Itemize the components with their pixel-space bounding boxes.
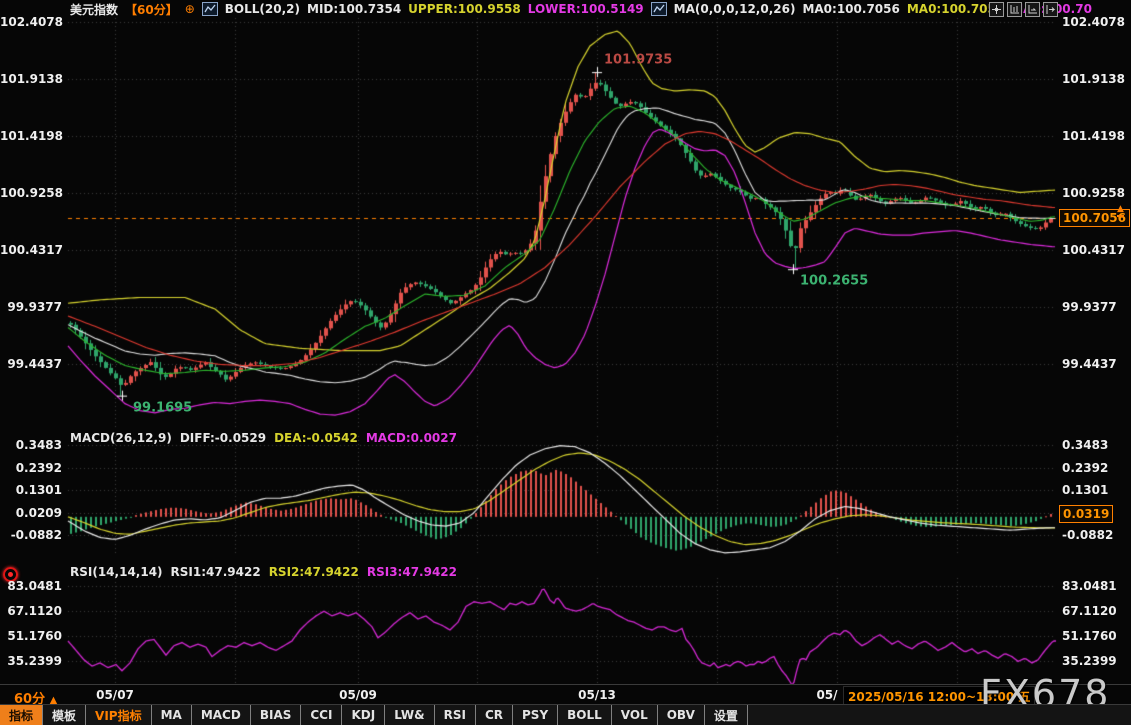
rsi-name: RSI(14,14,14) bbox=[70, 565, 163, 579]
indicator-tab[interactable]: 设置 bbox=[705, 705, 748, 725]
price-axis-label: 100.9258 bbox=[1062, 186, 1130, 200]
macd-header: MACD(26,12,9) DIFF:-0.0529 DEA:-0.0542 M… bbox=[70, 431, 457, 445]
rsi-axis-label: 51.1760 bbox=[0, 629, 62, 643]
boll-upper-value: UPPER:100.9558 bbox=[408, 2, 521, 16]
indicator-tab[interactable]: MA bbox=[152, 705, 192, 725]
boll-label: BOLL(20,2) bbox=[225, 2, 300, 16]
rsi1-value: RSI1:47.9422 bbox=[171, 565, 261, 579]
chart-toolbar bbox=[989, 2, 1058, 17]
price-axis-label: 101.4198 bbox=[0, 129, 62, 143]
price-axis-label: 102.4078 bbox=[0, 15, 62, 29]
indicator-tab[interactable]: OBV bbox=[658, 705, 705, 725]
ma-label: MA(0,0,0,12,0,26) bbox=[674, 2, 796, 16]
extreme-price-annotation: 100.2655 bbox=[800, 274, 868, 289]
rsi-axis-label: 35.2399 bbox=[1062, 654, 1130, 668]
price-axis-label: 100.9258 bbox=[0, 186, 62, 200]
price-axis-label: 99.4437 bbox=[0, 357, 62, 371]
date-label: 05/07 bbox=[96, 688, 134, 702]
price-axis-label: 101.9138 bbox=[1062, 72, 1130, 86]
macd-axis-label: 0.1301 bbox=[0, 483, 62, 497]
indicator-tab[interactable]: VIP指标 bbox=[86, 705, 152, 725]
price-axis-label: 100.4317 bbox=[0, 243, 62, 257]
rsi-axis-label: 51.1760 bbox=[1062, 629, 1130, 643]
symbol-title: 美元指数 bbox=[70, 1, 118, 18]
macd-current-box: 0.0319 bbox=[1059, 505, 1113, 523]
boll-mid-value: MID:100.7354 bbox=[307, 2, 401, 16]
chart-header: 美元指数 【60分】 ⊕ BOLL(20,2) MID:100.7354 UPP… bbox=[70, 1, 1092, 17]
macd-axis-label: 0.3483 bbox=[0, 438, 62, 452]
price-axis-label: 102.4078 bbox=[1062, 15, 1130, 29]
go-latest-icon[interactable] bbox=[1043, 2, 1058, 17]
indicator-tab[interactable]: 模板 bbox=[43, 705, 86, 725]
text-layer: 美元指数 【60分】 ⊕ BOLL(20,2) MID:100.7354 UPP… bbox=[0, 0, 1131, 725]
rsi-axis-label: 83.0481 bbox=[0, 579, 62, 593]
indicator-tab[interactable]: BIAS bbox=[251, 705, 302, 725]
boll-indicator-icon[interactable] bbox=[202, 2, 218, 16]
indicator-tab[interactable]: CCI bbox=[301, 705, 342, 725]
indicator-tab[interactable]: BOLL bbox=[558, 705, 612, 725]
indicator-tab[interactable]: VOL bbox=[612, 705, 658, 725]
price-axis-label: 100.4317 bbox=[1062, 243, 1130, 257]
macd-name: MACD(26,12,9) bbox=[70, 431, 172, 445]
date-label: 05/09 bbox=[339, 688, 377, 702]
indicator-tabbar: 指标模板VIP指标MAMACDBIASCCIKDJLW&RSICRPSYBOLL… bbox=[0, 704, 1131, 725]
ma-indicator-icon[interactable] bbox=[651, 2, 667, 16]
jump-to-latest-marker[interactable]: ▲ bbox=[1117, 205, 1124, 217]
rsi-axis-label: 83.0481 bbox=[1062, 579, 1130, 593]
price-axis-label: 101.4198 bbox=[1062, 129, 1130, 143]
indicator-tab[interactable]: LW& bbox=[385, 705, 434, 725]
indicator-tab[interactable]: MACD bbox=[192, 705, 251, 725]
rsi-axis-label: 35.2399 bbox=[0, 654, 62, 668]
macd-axis-label: 0.1301 bbox=[1062, 483, 1130, 497]
rsi3-value: RSI3:47.9422 bbox=[367, 565, 457, 579]
ma0-white-value: MA0:100.7056 bbox=[802, 2, 899, 16]
pan-tool-icon[interactable] bbox=[989, 2, 1004, 17]
rsi-axis-label: 67.1120 bbox=[0, 604, 62, 618]
extreme-price-annotation: 101.9735 bbox=[604, 53, 672, 68]
rsi-axis-label: 67.1120 bbox=[1062, 604, 1130, 618]
chart-window: 美元指数 【60分】 ⊕ BOLL(20,2) MID:100.7354 UPP… bbox=[0, 0, 1131, 725]
x-axis-scale-icon[interactable] bbox=[1025, 2, 1040, 17]
macd-axis-label: 0.2392 bbox=[0, 461, 62, 475]
price-axis-label: 99.9377 bbox=[0, 300, 62, 314]
macd-diff-value: DIFF:-0.0529 bbox=[180, 431, 266, 445]
period-selector[interactable]: 【60分】 bbox=[125, 1, 178, 18]
indicator-tab[interactable]: CR bbox=[476, 705, 513, 725]
macd-macd-value: MACD:0.0027 bbox=[366, 431, 457, 445]
macd-axis-label: -0.0882 bbox=[1062, 528, 1130, 542]
macd-axis-label: 0.2392 bbox=[1062, 461, 1130, 475]
rsi-header: RSI(14,14,14) RSI1:47.9422 RSI2:47.9422 … bbox=[70, 565, 457, 579]
extreme-price-annotation: 99.1695 bbox=[133, 401, 192, 416]
indicator-tab[interactable]: PSY bbox=[513, 705, 558, 725]
date-label: 05/13 bbox=[578, 688, 616, 702]
price-axis-label: 99.4437 bbox=[1062, 357, 1130, 371]
time-axis: 60分 ▲ 05/0705/0905/1305/ 2025/05/16 12:0… bbox=[0, 684, 1131, 706]
boll-lower-value: LOWER:100.5149 bbox=[528, 2, 644, 16]
indicator-tab[interactable]: 指标 bbox=[0, 705, 43, 725]
macd-axis-label: 0.0209 bbox=[0, 506, 62, 520]
macd-axis-label: -0.0882 bbox=[0, 528, 62, 542]
macd-dea-value: DEA:-0.0542 bbox=[274, 431, 358, 445]
date-label: 05/ bbox=[816, 688, 837, 702]
price-axis-label: 101.9138 bbox=[0, 72, 62, 86]
price-axis-label: 99.9377 bbox=[1062, 300, 1130, 314]
y-axis-scale-icon[interactable] bbox=[1007, 2, 1022, 17]
indicator-tab[interactable]: KDJ bbox=[342, 705, 385, 725]
rsi2-value: RSI2:47.9422 bbox=[269, 565, 359, 579]
macd-axis-label: 0.3483 bbox=[1062, 438, 1130, 452]
indicator-tab[interactable]: RSI bbox=[435, 705, 476, 725]
add-indicator-icon[interactable]: ⊕ bbox=[185, 2, 195, 16]
